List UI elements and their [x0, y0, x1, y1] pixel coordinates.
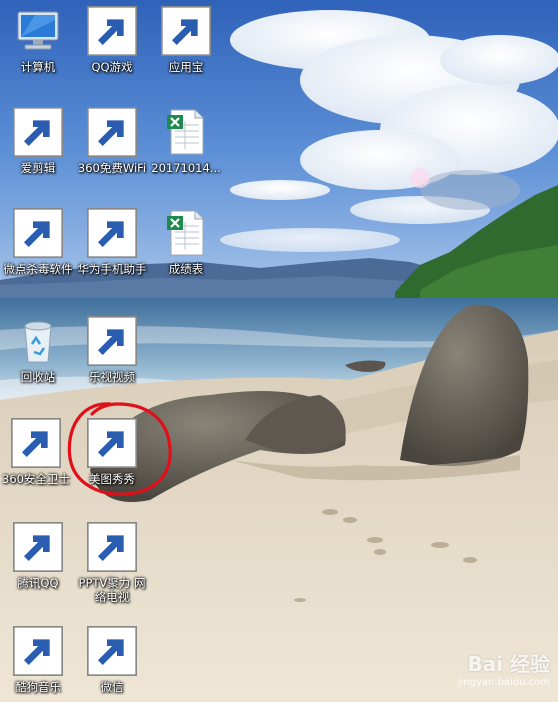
- desktop-icon-antivirus[interactable]: 微点杀毒软件: [2, 208, 74, 276]
- shortcut-arrow-icon: [87, 626, 137, 676]
- desktop-icon-qq-game[interactable]: QQ游戏: [76, 6, 148, 74]
- icon-label: 360安全卫士: [2, 472, 70, 486]
- shortcut-arrow-icon: [87, 418, 137, 468]
- icon-label: 回收站: [20, 370, 56, 384]
- icon-label: 20171014...: [151, 161, 221, 175]
- shortcut-arrow-icon: [87, 107, 137, 157]
- desktop-icon-qq[interactable]: 腾讯QQ: [2, 522, 74, 590]
- excel-file-icon: [167, 210, 204, 256]
- icon-label: 360免费WiFi: [77, 161, 147, 175]
- desktop-icon-letv[interactable]: 乐视视频: [76, 316, 148, 384]
- shortcut-arrow-icon: [13, 626, 63, 676]
- desktop-icon-meitu[interactable]: 秀 美图秀秀: [76, 418, 148, 486]
- shortcut-arrow-icon: [87, 6, 137, 56]
- icon-label: 微点杀毒软件: [3, 262, 73, 276]
- desktop-icon-wifi[interactable]: 360免费WiFi: [76, 107, 148, 175]
- desktop-icon-video-editor[interactable]: 爱剪辑: [2, 107, 74, 175]
- desktop-icon-excel-file-grades[interactable]: 成绩表: [150, 208, 222, 276]
- icon-label: 成绩表: [168, 262, 204, 276]
- shortcut-arrow-icon: [11, 418, 61, 468]
- shortcut-arrow-icon: [13, 522, 63, 572]
- shortcut-arrow-icon: [87, 522, 137, 572]
- desktop-icon-kugou[interactable]: K 酷狗音乐: [2, 626, 74, 694]
- icon-label: 微信: [100, 680, 124, 694]
- computer-icon: [17, 11, 59, 50]
- icon-label: 华为手机助手: [77, 262, 147, 276]
- shortcut-arrow-icon: [13, 107, 63, 157]
- icon-label: 酷狗音乐: [15, 680, 61, 694]
- watermark-brand: Bai 经验: [467, 652, 550, 676]
- shortcut-arrow-icon: [161, 6, 211, 56]
- shortcut-arrow-icon: [13, 208, 63, 258]
- icon-label: 美图秀秀: [89, 472, 135, 486]
- desktop-icon-wechat[interactable]: 微信: [76, 626, 148, 694]
- icon-label: 爱剪辑: [20, 161, 56, 175]
- desktop-icon-excel-file-2017[interactable]: 20171014...: [150, 107, 222, 175]
- shortcut-arrow-icon: [87, 316, 137, 366]
- icon-label: 乐视视频: [89, 370, 135, 384]
- icon-label: PPTV聚力 网络电视: [78, 576, 146, 604]
- shortcut-arrow-icon: [87, 208, 137, 258]
- icon-label: 应用宝: [168, 60, 204, 74]
- recycle-bin-icon: [24, 321, 52, 363]
- desktop-icon-security-guard[interactable]: 360安全卫士: [0, 418, 72, 486]
- baidu-jingyan-watermark: Bai 经验 jingyan.baidu.com: [420, 652, 550, 696]
- desktop-icon-recycle-bin[interactable]: 回收站: [2, 316, 74, 384]
- desktop-icon-phone-assistant[interactable]: 华为手机助手: [76, 208, 148, 276]
- desktop-icon-app-store[interactable]: 应用宝: [150, 6, 222, 74]
- watermark-url: jingyan.baidu.com: [457, 677, 550, 688]
- icon-label: 计算机: [20, 60, 56, 74]
- desktop: 计算机 爱剪辑 微点杀毒软件 回收站 360安全卫士 腾讯QQ 酷狗音乐 QQ游…: [0, 0, 558, 702]
- excel-file-icon: [167, 109, 204, 155]
- icon-label: 腾讯QQ: [17, 576, 59, 590]
- desktop-icon-pptv[interactable]: PPTV聚力 网络电视: [76, 522, 148, 604]
- icon-label: QQ游戏: [91, 60, 133, 74]
- desktop-icon-computer[interactable]: 计算机: [2, 6, 74, 74]
